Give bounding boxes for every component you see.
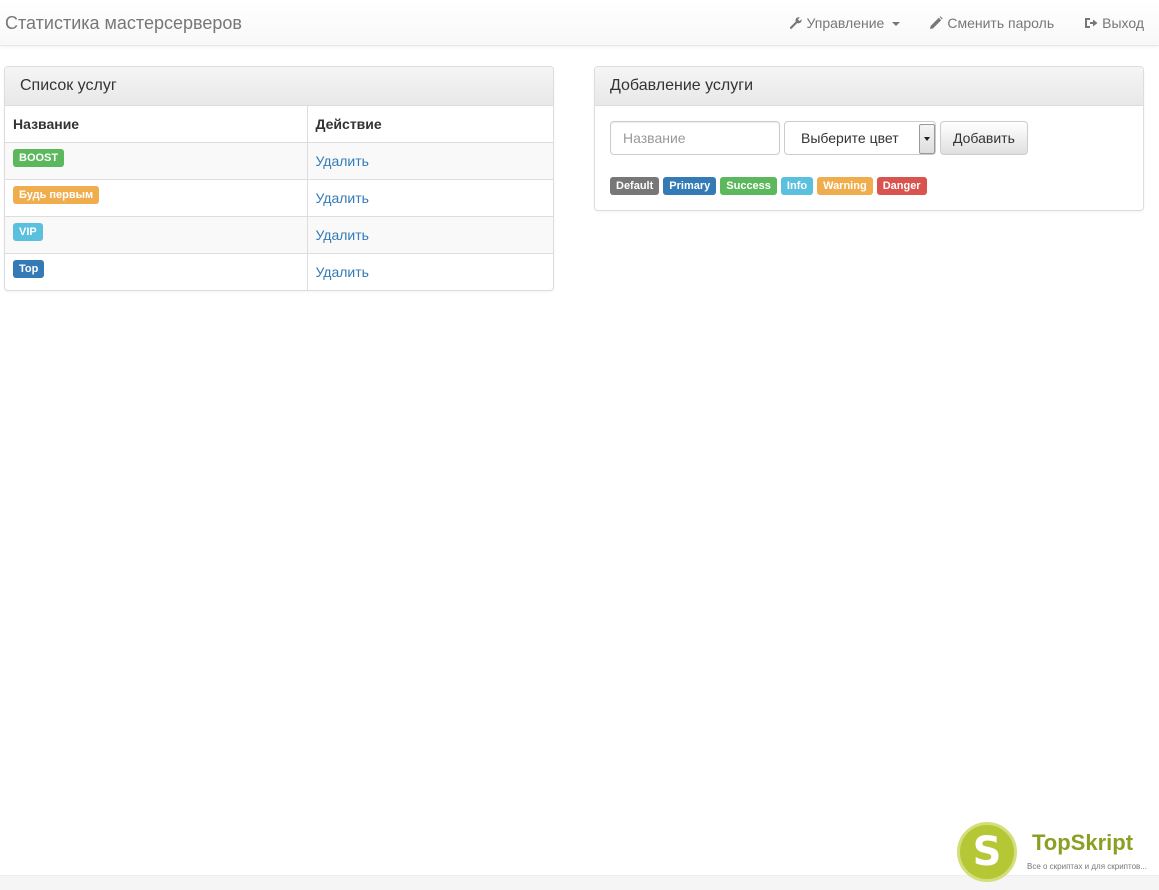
add-service-form: Название Выберите цвет Добавить [595,106,1143,155]
add-panel-title: Добавление услуги [595,67,1143,106]
topskript-watermark: S TopSkript Все о скриптах и для скрипто… [957,822,1157,886]
wrench-icon [789,16,803,30]
service-badge: Будь первым [13,185,100,204]
color-label-primary: Primary [663,177,717,195]
watermark-title: TopSkript [1032,830,1134,855]
brand-title[interactable]: Статистика мастерсерверов [5,0,242,46]
logout-icon [1084,16,1098,30]
table-row: Будь первым Удалить [5,178,553,216]
services-panel-title: Список услуг [5,67,553,106]
column-header-name: Название [5,106,308,143]
service-badge: BOOST [13,148,65,167]
delete-link[interactable]: Удалить [316,227,369,243]
manage-label: Управление [806,14,885,31]
change-password-label: Сменить пароль [947,14,1055,31]
color-select[interactable]: Выберите цвет [784,121,936,155]
pencil-icon [929,15,944,30]
color-label-success: Success [720,177,777,195]
topskript-logo-icon: S [957,822,1017,882]
logout-link[interactable]: Выход [1084,15,1144,31]
table-row: VIP Удалить [5,215,553,253]
delete-link[interactable]: Удалить [316,190,369,206]
color-select-value: Выберите цвет [801,130,899,146]
table-row: Top Удалить [5,252,553,290]
color-label-default: Default [610,177,660,195]
table-row: BOOST Удалить [5,141,553,179]
services-table: Название Действие BOOST Удалить Будь пер… [5,106,553,290]
color-label-danger: Danger [876,177,927,195]
delete-link[interactable]: Удалить [316,264,369,280]
table-header-row: Название Действие [5,106,553,143]
column-header-action: Действие [307,106,553,143]
change-password-link[interactable]: Сменить пароль [929,15,1054,31]
add-button[interactable]: Добавить [940,121,1028,155]
select-arrow-icon [919,124,935,154]
navbar: Статистика мастерсерверов Управление Сме… [0,0,1159,46]
service-badge: Top [13,259,45,278]
color-label-warning: Warning [817,177,873,195]
caret-down-icon [892,21,901,26]
delete-link[interactable]: Удалить [316,153,369,169]
service-name-input[interactable]: Название [610,121,780,155]
service-badge: VIP [13,222,43,241]
manage-dropdown[interactable]: Управление [789,15,901,31]
nav-right: Управление Сменить пароль Выход [789,0,1154,46]
color-labels: Default Primary Success Info Warning Dan… [595,155,1143,195]
logout-label: Выход [1102,14,1144,31]
add-service-panel: Добавление услуги Название Выберите цвет… [594,66,1144,211]
watermark-subtitle: Все о скриптах и для скриптов... [1027,862,1147,871]
color-label-info: Info [780,177,814,195]
services-list-panel: Список услуг Название Действие BOOST Уда… [4,66,554,291]
